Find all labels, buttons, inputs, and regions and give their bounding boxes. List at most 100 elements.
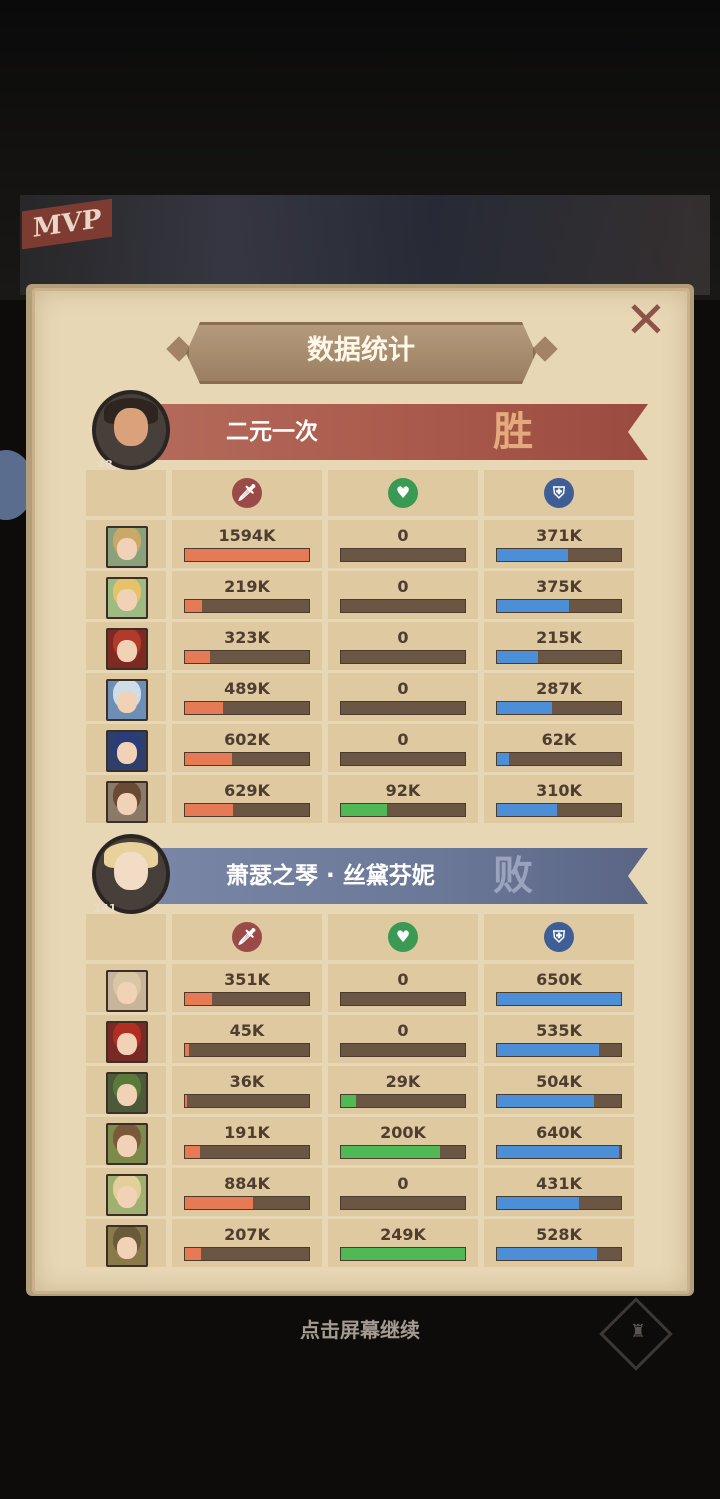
hero-stat-row: 323K 0 215K bbox=[86, 622, 634, 670]
header-hero-cell bbox=[86, 470, 166, 516]
shield-icon: ⛨ bbox=[544, 922, 574, 952]
hero-portrait[interactable] bbox=[106, 781, 148, 823]
damage-bar bbox=[184, 701, 310, 715]
hero-cell bbox=[86, 673, 166, 721]
damage-value: 191K bbox=[224, 1123, 270, 1142]
hero-portrait-face bbox=[117, 1186, 137, 1208]
tanking-bar-fill bbox=[497, 804, 557, 816]
healing-cell: 0 bbox=[328, 520, 478, 568]
hero-portrait[interactable] bbox=[106, 1072, 148, 1114]
healing-bar bbox=[340, 1196, 466, 1210]
damage-bar-fill bbox=[185, 702, 224, 714]
damage-value: 884K bbox=[224, 1174, 270, 1193]
castle-share-icon[interactable]: ♜ bbox=[599, 1297, 673, 1371]
hero-portrait-face bbox=[117, 691, 137, 713]
healing-value: 0 bbox=[397, 1021, 409, 1040]
hero-portrait-face bbox=[117, 742, 137, 764]
tanking-value: 62K bbox=[541, 730, 577, 749]
healing-value: 0 bbox=[397, 526, 409, 545]
hero-portrait-face bbox=[117, 1084, 137, 1106]
damage-cell: 191K bbox=[172, 1117, 322, 1165]
tanking-bar-fill bbox=[497, 753, 510, 765]
damage-bar-fill bbox=[185, 1146, 200, 1158]
damage-bar-fill bbox=[185, 1044, 189, 1056]
hero-stat-row: 602K 0 62K bbox=[86, 724, 634, 772]
damage-cell: 1594K bbox=[172, 520, 322, 568]
sword-icon: 🗡 bbox=[232, 922, 262, 952]
close-icon[interactable]: ✕ bbox=[622, 295, 670, 346]
hero-stat-row: 45K 0 535K bbox=[86, 1015, 634, 1063]
healing-cell: 92K bbox=[328, 775, 478, 823]
team-banner: 萧瑟之琴 · 丝黛芬妮 败 bbox=[148, 848, 648, 904]
heal-heart-icon: ♥ bbox=[388, 922, 418, 952]
healing-bar-fill bbox=[341, 1146, 441, 1158]
tanking-value: 528K bbox=[536, 1225, 582, 1244]
damage-cell: 323K bbox=[172, 622, 322, 670]
hero-portrait[interactable] bbox=[106, 1123, 148, 1165]
tanking-value: 535K bbox=[536, 1021, 582, 1040]
healing-value: 249K bbox=[380, 1225, 426, 1244]
hero-stat-row: 191K 200K 640K bbox=[86, 1117, 634, 1165]
healing-bar bbox=[340, 1043, 466, 1057]
hero-portrait-face bbox=[117, 1237, 137, 1259]
avatar-face bbox=[114, 408, 148, 446]
tanking-bar-fill bbox=[497, 702, 552, 714]
healing-cell: 0 bbox=[328, 724, 478, 772]
damage-value: 323K bbox=[224, 628, 270, 647]
tanking-bar-fill bbox=[497, 651, 538, 663]
healing-value: 92K bbox=[385, 781, 421, 800]
hero-cell bbox=[86, 1117, 166, 1165]
damage-bar bbox=[184, 1196, 310, 1210]
tanking-cell: 375K bbox=[484, 571, 634, 619]
tanking-cell: 310K bbox=[484, 775, 634, 823]
tanking-value: 287K bbox=[536, 679, 582, 698]
tanking-bar-fill bbox=[497, 600, 569, 612]
healing-bar bbox=[340, 992, 466, 1006]
title-plate: 数据统计 bbox=[186, 322, 536, 384]
hero-cell bbox=[86, 775, 166, 823]
hero-portrait[interactable] bbox=[106, 628, 148, 670]
damage-cell: 602K bbox=[172, 724, 322, 772]
tanking-bar bbox=[496, 1043, 622, 1057]
hero-portrait[interactable] bbox=[106, 577, 148, 619]
healing-cell: 0 bbox=[328, 622, 478, 670]
header-damage-cell: 🗡 bbox=[172, 914, 322, 960]
healing-bar bbox=[340, 1145, 466, 1159]
hero-portrait[interactable] bbox=[106, 1021, 148, 1063]
hero-portrait[interactable] bbox=[106, 970, 148, 1012]
hero-portrait[interactable] bbox=[106, 679, 148, 721]
healing-cell: 0 bbox=[328, 964, 478, 1012]
damage-bar-fill bbox=[185, 804, 234, 816]
healing-bar bbox=[340, 701, 466, 715]
hero-stat-row: 629K 92K 310K bbox=[86, 775, 634, 823]
hero-portrait-face bbox=[117, 1033, 137, 1055]
sword-icon: 🗡 bbox=[232, 478, 262, 508]
hero-stat-row: 351K 0 650K bbox=[86, 964, 634, 1012]
hero-portrait[interactable] bbox=[106, 1225, 148, 1267]
header-hero-cell bbox=[86, 914, 166, 960]
hero-portrait[interactable] bbox=[106, 1174, 148, 1216]
damage-value: 489K bbox=[224, 679, 270, 698]
header-healing-cell: ♥ bbox=[328, 470, 478, 516]
tanking-bar bbox=[496, 1196, 622, 1210]
damage-value: 1594K bbox=[218, 526, 276, 545]
damage-bar-fill bbox=[185, 993, 213, 1005]
healing-cell: 200K bbox=[328, 1117, 478, 1165]
tanking-bar-fill bbox=[497, 993, 621, 1005]
hero-cell bbox=[86, 520, 166, 568]
healing-value: 200K bbox=[380, 1123, 426, 1142]
damage-bar-fill bbox=[185, 651, 210, 663]
team-name: 二元一次 bbox=[226, 419, 318, 445]
hero-stat-row: 36K 29K 504K bbox=[86, 1066, 634, 1114]
damage-bar bbox=[184, 650, 310, 664]
hero-portrait-face bbox=[117, 538, 137, 560]
hero-portrait[interactable] bbox=[106, 730, 148, 772]
tanking-value: 431K bbox=[536, 1174, 582, 1193]
tanking-cell: 215K bbox=[484, 622, 634, 670]
hero-portrait[interactable] bbox=[106, 526, 148, 568]
healing-cell: 249K bbox=[328, 1219, 478, 1267]
damage-value: 629K bbox=[224, 781, 270, 800]
tanking-bar-fill bbox=[497, 1146, 619, 1158]
healing-bar bbox=[340, 1094, 466, 1108]
damage-bar bbox=[184, 1247, 310, 1261]
